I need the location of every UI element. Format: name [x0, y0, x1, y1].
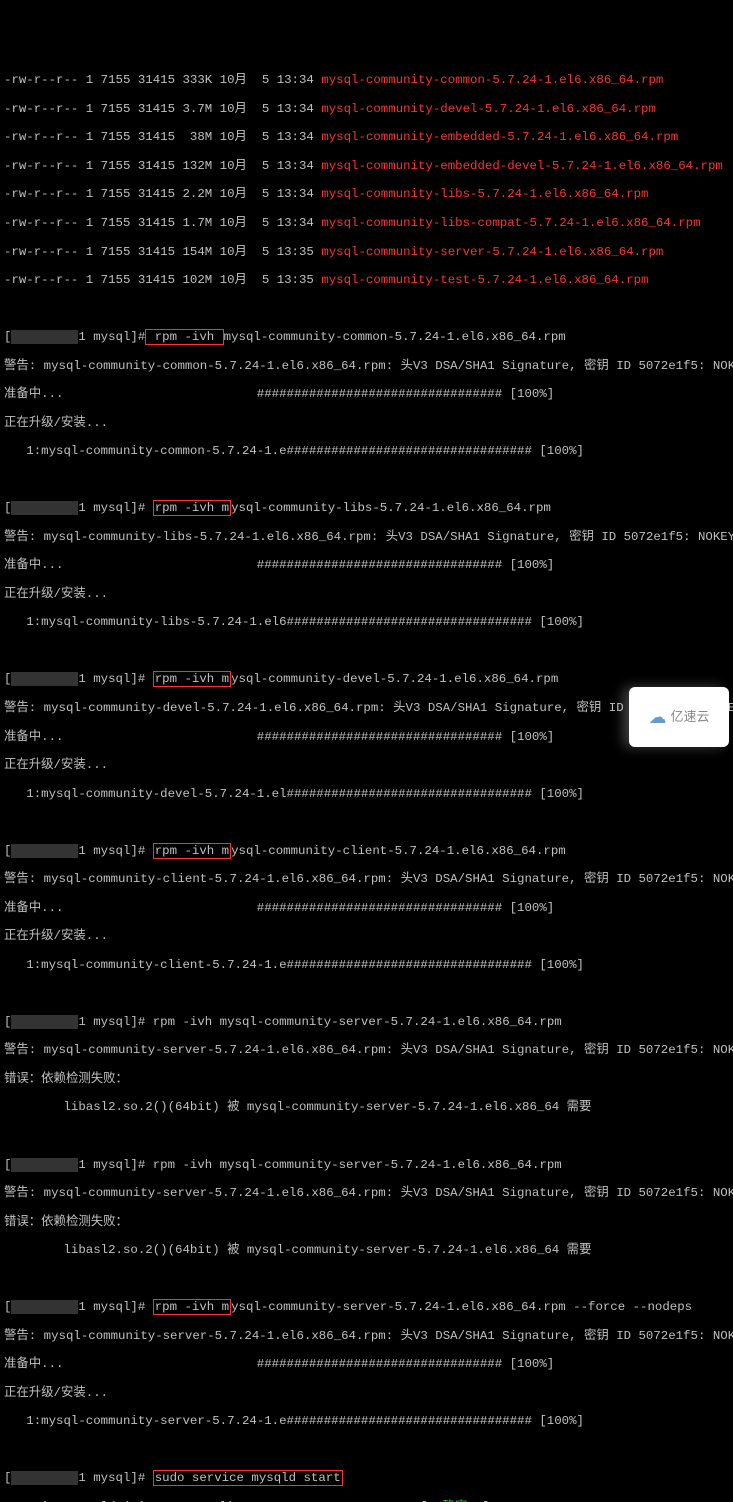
prompt-line[interactable]: [ 1 mysql]# rpm -ivh mysql-community-cli…: [4, 844, 729, 858]
cmd-rpm-server: rpm -ivh mysql-community-server-5.7.24-1…: [153, 1158, 562, 1172]
ls-row: -rw-r--r-- 1 7155 31415 333K 10月 5 13:34…: [4, 73, 729, 87]
rpm-filename: mysql-community-libs-compat-5.7.24-1.el6…: [321, 216, 700, 230]
ls-row: -rw-r--r-- 1 7155 31415 2.2M 10月 5 13:34…: [4, 187, 729, 201]
prompt-line[interactable]: [ 1 mysql]# rpm -ivh mysql-community-ser…: [4, 1015, 729, 1029]
out-warn: 警告: mysql-community-server-5.7.24-1.el6.…: [4, 1043, 729, 1057]
cmd-rpm-server: rpm -ivh mysql-community-server-5.7.24-1…: [153, 1015, 562, 1029]
rpm-filename: mysql-community-server-5.7.24-1.el6.x86_…: [321, 245, 663, 259]
rpm-filename: mysql-community-embedded-5.7.24-1.el6.x8…: [321, 130, 678, 144]
cmd-rpm-devel: rpm -ivh m: [153, 671, 231, 687]
out-starting: Starting mysqld (via systemctl): [ 确定 ]: [4, 1500, 729, 1502]
ls-row: -rw-r--r-- 1 7155 31415 3.7M 10月 5 13:34…: [4, 102, 729, 116]
out-progress: 1:mysql-community-common-5.7.24-1.e#####…: [4, 444, 729, 458]
rpm-filename: mysql-community-common-5.7.24-1.el6.x86_…: [321, 73, 663, 87]
ls-row: -rw-r--r-- 1 7155 31415 38M 10月 5 13:34 …: [4, 130, 729, 144]
out-progress: 1:mysql-community-devel-5.7.24-1.el#####…: [4, 787, 729, 801]
out-progress: 1:mysql-community-server-5.7.24-1.e#####…: [4, 1414, 729, 1428]
rpm-filename: mysql-community-devel-5.7.24-1.el6.x86_6…: [321, 102, 656, 116]
cmd-rpm-common: rpm -ivh: [145, 329, 223, 345]
prompt-line[interactable]: [ 1 mysql]# sudo service mysqld start: [4, 1471, 729, 1485]
out-preparing: 准备中... #################################…: [4, 1357, 729, 1371]
ls-row: -rw-r--r-- 1 7155 31415 132M 10月 5 13:34…: [4, 159, 729, 173]
out-preparing: 准备中... #################################…: [4, 558, 729, 572]
prompt-line[interactable]: [ 1 mysql]# rpm -ivh mysql-community-lib…: [4, 501, 729, 515]
prompt-line[interactable]: [ 1 mysql]# rpm -ivh mysql-community-ser…: [4, 1158, 729, 1172]
out-warn: 警告: mysql-community-libs-5.7.24-1.el6.x8…: [4, 530, 729, 544]
out-warn: 警告: mysql-community-devel-5.7.24-1.el6.x…: [4, 701, 729, 715]
out-upgrading: 正在升级/安装...: [4, 1386, 729, 1400]
watermark-text: 亿速云: [670, 710, 709, 725]
cmd-rpm-client: rpm -ivh m: [153, 843, 231, 859]
watermark-badge: ☁ 亿速云: [629, 687, 729, 747]
out-progress: 1:mysql-community-client-5.7.24-1.e#####…: [4, 958, 729, 972]
cloud-icon: ☁: [648, 707, 666, 728]
out-warn: 警告: mysql-community-server-5.7.24-1.el6.…: [4, 1329, 729, 1343]
prompt-line[interactable]: [ 1 mysql]# rpm -ivh mysql-community-com…: [4, 330, 729, 344]
ls-row: -rw-r--r-- 1 7155 31415 1.7M 10月 5 13:34…: [4, 216, 729, 230]
out-dep: libasl2.so.2()(64bit) 被 mysql-community-…: [4, 1243, 729, 1257]
out-upgrading: 正在升级/安装...: [4, 758, 729, 772]
out-preparing: 准备中... #################################…: [4, 901, 729, 915]
rpm-filename: mysql-community-embedded-devel-5.7.24-1.…: [321, 159, 723, 173]
out-warn: 警告: mysql-community-server-5.7.24-1.el6.…: [4, 1186, 729, 1200]
out-dep: libasl2.so.2()(64bit) 被 mysql-community-…: [4, 1100, 729, 1114]
out-preparing: 准备中... #################################…: [4, 730, 729, 744]
out-error: 错误：依赖检测失败：: [4, 1072, 729, 1086]
out-upgrading: 正在升级/安装...: [4, 929, 729, 943]
cmd-sudo-service: sudo service mysqld start: [153, 1470, 343, 1486]
out-warn: 警告: mysql-community-common-5.7.24-1.el6.…: [4, 359, 729, 373]
out-upgrading: 正在升级/安装...: [4, 416, 729, 430]
rpm-filename: mysql-community-libs-5.7.24-1.el6.x86_64…: [321, 187, 648, 201]
out-error: 错误：依赖检测失败：: [4, 1215, 729, 1229]
rpm-filename: mysql-community-test-5.7.24-1.el6.x86_64…: [321, 273, 648, 287]
ls-row: -rw-r--r-- 1 7155 31415 102M 10月 5 13:35…: [4, 273, 729, 287]
out-progress: 1:mysql-community-libs-5.7.24-1.el6#####…: [4, 615, 729, 629]
cmd-rpm-server-force: rpm -ivh m: [153, 1299, 231, 1315]
status-ok: 确定: [443, 1500, 468, 1502]
ls-row: -rw-r--r-- 1 7155 31415 154M 10月 5 13:35…: [4, 245, 729, 259]
out-preparing: 准备中... #################################…: [4, 387, 729, 401]
out-upgrading: 正在升级/安装...: [4, 587, 729, 601]
prompt-line[interactable]: [ 1 mysql]# rpm -ivh mysql-community-ser…: [4, 1300, 729, 1314]
prompt-line[interactable]: [ 1 mysql]# rpm -ivh mysql-community-dev…: [4, 672, 729, 686]
out-warn: 警告: mysql-community-client-5.7.24-1.el6.…: [4, 872, 729, 886]
cmd-rpm-libs: rpm -ivh m: [153, 500, 231, 516]
